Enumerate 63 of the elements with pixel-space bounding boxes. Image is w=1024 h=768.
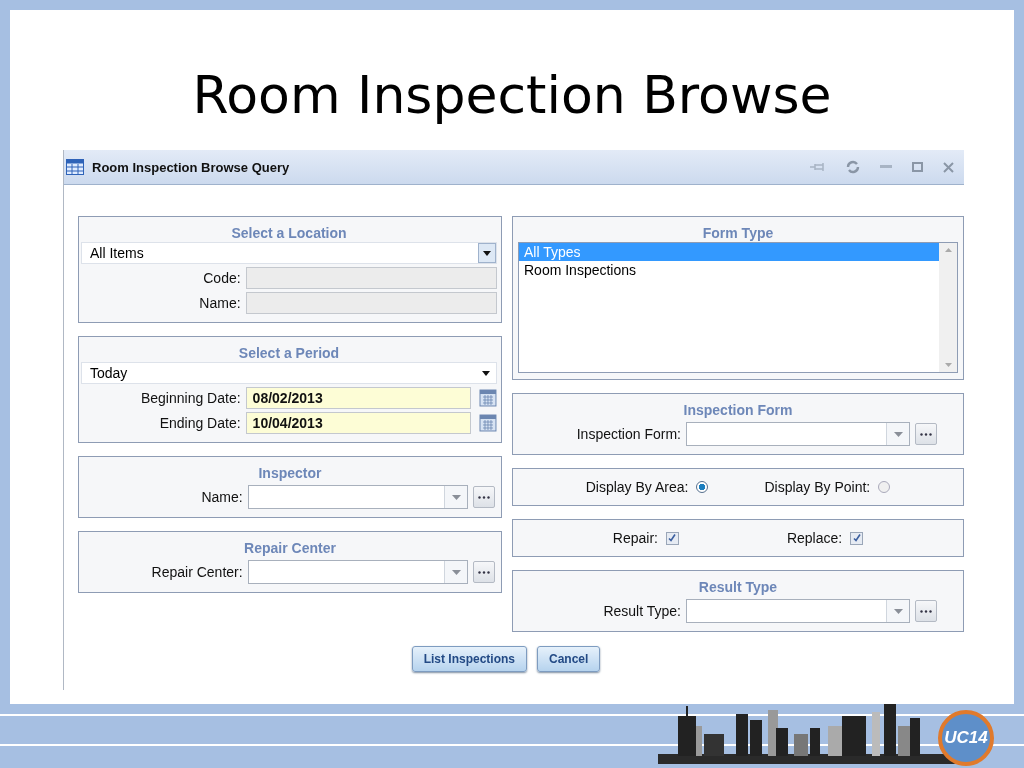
maximize-icon[interactable] — [912, 162, 923, 172]
scroll-up-icon[interactable] — [944, 248, 952, 252]
checkbox[interactable] — [850, 531, 864, 545]
dropdown-arrow-icon — [482, 370, 490, 376]
field-label: Ending Date: — [158, 415, 241, 431]
ellipsis-icon — [920, 432, 932, 436]
field-label: Beginning Date: — [139, 390, 241, 406]
section-heading: Repair Center — [243, 539, 337, 557]
field-label: Code: — [202, 270, 241, 286]
field-label: Repair Center: — [150, 564, 243, 580]
scroll-down-icon[interactable] — [944, 363, 952, 367]
dropdown-arrow-icon — [451, 494, 461, 500]
form-type-list[interactable]: All Types Room Inspections — [518, 242, 958, 373]
field-label: Inspection Form: — [575, 426, 681, 442]
radio-label: Display By Point: — [764, 479, 871, 495]
dropdown-arrow-icon — [893, 431, 903, 437]
date-field[interactable]: 10/04/2013 — [245, 412, 472, 434]
section-heading: Form Type — [701, 224, 775, 242]
minimize-icon[interactable] — [880, 165, 892, 169]
section-heading: Inspector — [257, 464, 323, 482]
radio-button[interactable] — [696, 481, 709, 493]
ellipsis-icon — [478, 495, 491, 499]
lookup-dropdown[interactable] — [247, 560, 469, 584]
calendar-icon[interactable] — [479, 389, 497, 407]
browse-button[interactable] — [473, 486, 495, 508]
lookup-dropdown[interactable] — [686, 422, 910, 446]
scrollbar[interactable] — [939, 243, 957, 372]
period-dropdown[interactable]: Today — [81, 362, 497, 384]
field-label: Result Type: — [602, 603, 681, 619]
ellipsis-icon — [920, 609, 932, 613]
dropdown-arrow-icon — [483, 250, 491, 256]
close-icon[interactable] — [943, 161, 954, 173]
field-label: Name: — [200, 489, 243, 505]
field-label: Name: — [198, 295, 241, 311]
browse-button[interactable] — [915, 600, 937, 622]
radio-label: Display By Area: — [585, 479, 689, 495]
dropdown-arrow-icon — [451, 569, 461, 575]
browse-button[interactable] — [473, 561, 495, 583]
lookup-dropdown[interactable] — [247, 485, 469, 509]
section-heading: Select a Period — [237, 344, 341, 362]
refresh-icon[interactable] — [846, 160, 860, 174]
date-field[interactable]: 08/02/2013 — [245, 387, 472, 409]
lookup-dropdown[interactable] — [686, 599, 910, 623]
section-heading: Result Type — [697, 578, 779, 596]
window-title: Room Inspection Browse Query — [92, 159, 290, 175]
list-item[interactable]: Room Inspections — [519, 261, 939, 279]
ellipsis-icon — [478, 570, 491, 574]
checkbox-label: Repair: — [612, 530, 658, 546]
section-heading: Inspection Form — [682, 401, 794, 419]
section-heading: Select a Location — [230, 224, 348, 242]
conference-logo: UC14 — [938, 710, 994, 766]
location-dropdown[interactable]: All Items — [81, 242, 497, 264]
radio-button[interactable] — [878, 481, 891, 493]
pin-icon[interactable] — [810, 162, 826, 172]
dropdown-arrow-icon — [893, 608, 903, 614]
calendar-icon[interactable] — [479, 414, 497, 432]
checkbox-label: Replace: — [786, 530, 843, 546]
action-button[interactable]: Cancel — [537, 646, 601, 672]
slide-title: Room Inspection Browse — [191, 64, 833, 127]
action-button[interactable]: List Inspections — [411, 646, 527, 672]
grid-icon — [66, 159, 84, 175]
browse-button[interactable] — [915, 423, 937, 445]
checkbox[interactable] — [665, 531, 679, 545]
